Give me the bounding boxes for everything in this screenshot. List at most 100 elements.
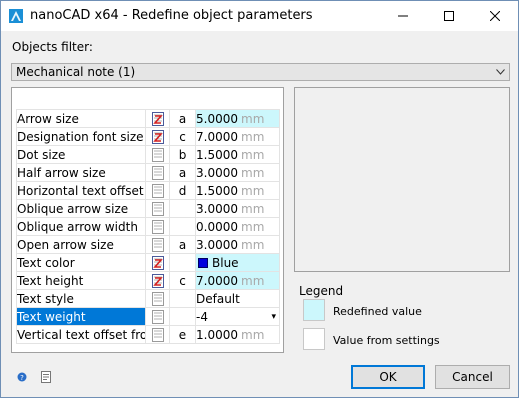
parameter-row[interactable]: Designation font size c 7.0000 mm (16, 127, 280, 146)
parameter-state-cell[interactable] (145, 253, 170, 272)
redefined-param-icon[interactable] (151, 273, 164, 288)
parameter-code (169, 307, 196, 326)
parameter-name[interactable]: Text color (16, 253, 146, 272)
parameter-value: -4 (196, 309, 208, 324)
parameter-value: 5.0000 (196, 111, 239, 126)
parameter-state-cell[interactable] (145, 127, 170, 146)
parameter-value-cell[interactable]: Default (195, 289, 280, 308)
parameter-state-cell[interactable] (145, 199, 170, 218)
parameter-row[interactable]: Arrow size a 5.0000 mm (16, 109, 280, 128)
parameter-state-cell[interactable] (145, 181, 170, 200)
parameter-code: d (169, 181, 196, 200)
parameter-row[interactable]: Text color Blue (16, 253, 280, 272)
settings-legend-label: Value from settings (333, 334, 440, 347)
default-param-icon[interactable] (151, 183, 164, 198)
parameter-name[interactable]: Half arrow size (16, 163, 146, 182)
minimize-icon (398, 15, 408, 17)
parameter-name[interactable]: Designation font size (16, 127, 146, 146)
document-icon[interactable] (41, 371, 51, 383)
parameter-name[interactable]: Dot size (16, 145, 146, 164)
default-param-icon[interactable] (151, 327, 164, 342)
help-icon[interactable]: ? (17, 372, 27, 382)
parameter-state-cell[interactable] (145, 271, 170, 290)
redefined-swatch (303, 299, 325, 321)
parameter-row[interactable]: Vertical text offset from e 1.0000 mm (16, 325, 280, 344)
parameter-value-cell[interactable]: -4 ▾ (195, 307, 280, 326)
title-bar[interactable]: nanoCAD x64 - Redefine object parameters (1, 1, 518, 31)
parameter-code: a (169, 235, 196, 254)
ok-button[interactable]: OK (351, 365, 425, 389)
svg-text:?: ? (20, 374, 24, 382)
parameter-row[interactable]: Text style Default (16, 289, 280, 308)
parameter-code (169, 253, 196, 272)
parameter-name[interactable]: Text style (16, 289, 146, 308)
close-button[interactable] (472, 1, 518, 31)
redefined-param-icon[interactable] (151, 255, 164, 270)
parameter-code (169, 289, 196, 308)
objects-filter-combo[interactable]: Mechanical note (1) (11, 63, 510, 81)
default-param-icon[interactable] (151, 219, 164, 234)
redefined-param-icon[interactable] (151, 129, 164, 144)
parameter-value-cell[interactable]: 7.0000 mm (195, 127, 280, 146)
parameter-name[interactable]: Oblique arrow width (16, 217, 146, 236)
default-param-icon[interactable] (151, 291, 164, 306)
default-param-icon[interactable] (151, 147, 164, 162)
maximize-icon (444, 11, 454, 21)
parameter-state-cell[interactable] (145, 217, 170, 236)
parameter-name[interactable]: Vertical text offset from (16, 325, 146, 344)
parameter-name[interactable]: Text height (16, 271, 146, 290)
parameter-name[interactable]: Horizontal text offset fr (16, 181, 146, 200)
parameter-unit: mm (241, 219, 265, 234)
dialog-window: nanoCAD x64 - Redefine object parameters… (0, 0, 519, 398)
parameter-unit: mm (241, 147, 265, 162)
parameter-value-cell[interactable]: Blue (195, 253, 280, 272)
parameter-state-cell[interactable] (145, 325, 170, 344)
dropdown-arrow-icon[interactable]: ▾ (271, 309, 276, 325)
parameter-state-cell[interactable] (145, 145, 170, 164)
parameter-unit: mm (241, 237, 265, 252)
parameter-name[interactable]: Oblique arrow size (16, 199, 146, 218)
maximize-button[interactable] (426, 1, 472, 31)
parameter-value-cell[interactable]: 1.5000 mm (195, 145, 280, 164)
parameter-value-cell[interactable]: 0.0000 mm (195, 217, 280, 236)
parameter-state-cell[interactable] (145, 109, 170, 128)
parameter-name[interactable]: Text weight (16, 307, 146, 326)
parameter-value-cell[interactable]: 3.0000 mm (195, 199, 280, 218)
cancel-button[interactable]: Cancel (435, 365, 510, 389)
parameter-state-cell[interactable] (145, 163, 170, 182)
parameter-name[interactable]: Open arrow size (16, 235, 146, 254)
parameter-unit: mm (241, 201, 265, 216)
redefined-param-icon[interactable] (151, 111, 164, 126)
parameter-row[interactable]: Dot size b 1.5000 mm (16, 145, 280, 164)
parameter-value: 0.0000 (196, 219, 239, 234)
default-param-icon[interactable] (151, 237, 164, 252)
parameter-value-cell[interactable]: 5.0000 mm (195, 109, 280, 128)
parameter-row[interactable]: Text height c 7.0000 mm (16, 271, 280, 290)
parameter-value: 7.0000 (196, 129, 239, 144)
parameter-state-cell[interactable] (145, 289, 170, 308)
parameter-value-cell[interactable]: 7.0000 mm (195, 271, 280, 290)
parameter-row[interactable]: Oblique arrow width 0.0000 mm (16, 217, 280, 236)
parameter-value: 3.0000 (196, 237, 239, 252)
parameters-grid[interactable]: Arrow size a 5.0000 mm Designation font size… (11, 87, 284, 353)
parameter-row[interactable]: Horizontal text offset fr d 1.5000 mm (16, 181, 280, 200)
parameter-state-cell[interactable] (145, 235, 170, 254)
parameter-value-cell[interactable]: 3.0000 mm (195, 163, 280, 182)
parameter-row[interactable]: Half arrow size a 3.0000 mm (16, 163, 280, 182)
default-param-icon[interactable] (151, 309, 164, 324)
settings-swatch (303, 328, 325, 350)
parameter-value-cell[interactable]: 1.5000 mm (195, 181, 280, 200)
parameter-value-cell[interactable]: 3.0000 mm (195, 235, 280, 254)
parameter-row[interactable]: Open arrow size a 3.0000 mm (16, 235, 280, 254)
close-icon (490, 11, 500, 21)
parameter-name[interactable]: Arrow size (16, 109, 146, 128)
default-param-icon[interactable] (151, 201, 164, 216)
parameter-code: b (169, 145, 196, 164)
minimize-button[interactable] (380, 1, 426, 31)
default-param-icon[interactable] (151, 165, 164, 180)
parameter-state-cell[interactable] (145, 307, 170, 326)
parameter-row[interactable]: Oblique arrow size 3.0000 mm (16, 199, 280, 218)
parameter-row[interactable]: Text weight -4 ▾ (16, 307, 280, 326)
parameter-unit: mm (241, 327, 265, 342)
parameter-value-cell[interactable]: 1.0000 mm (195, 325, 280, 344)
